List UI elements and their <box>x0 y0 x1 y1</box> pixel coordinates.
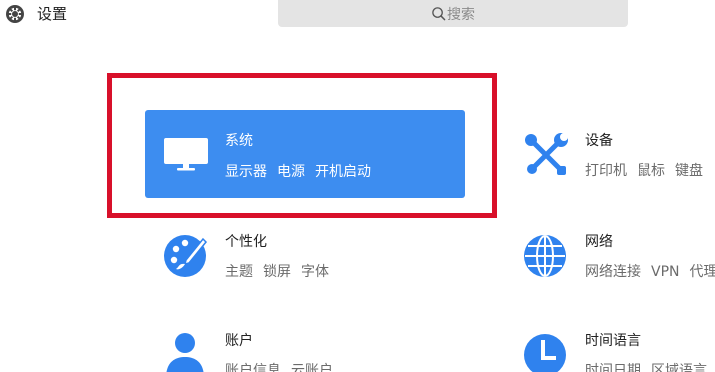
category-network-title: 网络 <box>585 234 613 250</box>
link-account-info[interactable]: 账户信息 <box>225 363 281 372</box>
category-network-items: 网络连接 VPN 代理 <box>585 263 715 281</box>
category-system[interactable]: 系统 显示器 电源 开机启动 <box>145 110 465 198</box>
category-time-language-title: 时间语言 <box>585 333 641 349</box>
link-display[interactable]: 显示器 <box>225 164 267 180</box>
category-accounts[interactable]: 账户 账户信息 云账户 <box>163 332 463 372</box>
tools-icon <box>525 133 568 175</box>
palette-icon <box>164 235 208 277</box>
search-placeholder: 搜索 <box>447 6 475 23</box>
user-icon <box>166 333 204 372</box>
settings-window: 设置 搜索 系统 显示器 电源 开机启动 设备 打印机 鼠标 键盘 个性化 主题… <box>0 0 715 372</box>
category-system-title: 系统 <box>225 133 253 149</box>
category-personalization-title: 个性化 <box>225 234 267 250</box>
search-input[interactable]: 搜索 <box>278 0 628 27</box>
window-title: 设置 <box>37 5 68 23</box>
link-startup[interactable]: 开机启动 <box>315 164 371 180</box>
link-power[interactable]: 电源 <box>277 164 305 180</box>
category-devices-title: 设备 <box>585 133 613 149</box>
clock-icon <box>524 334 566 372</box>
link-lockscreen[interactable]: 锁屏 <box>263 264 291 280</box>
category-accounts-title: 账户 <box>225 333 253 349</box>
category-time-language[interactable]: 时间语言 时间日期 区域语言 <box>523 332 715 372</box>
link-proxy[interactable]: 代理 <box>690 264 715 280</box>
link-theme[interactable]: 主题 <box>225 264 253 280</box>
settings-gear-icon <box>6 5 24 23</box>
monitor-icon <box>164 138 208 171</box>
category-time-language-items: 时间日期 区域语言 <box>585 362 715 372</box>
link-region-language[interactable]: 区域语言 <box>651 363 707 372</box>
link-keyboard[interactable]: 键盘 <box>675 163 703 179</box>
globe-icon <box>524 235 566 277</box>
link-cloud-account[interactable]: 云账户 <box>291 363 333 372</box>
category-system-items: 显示器 电源 开机启动 <box>225 163 381 181</box>
category-devices-items: 打印机 鼠标 键盘 <box>585 162 713 180</box>
category-accounts-items: 账户信息 云账户 <box>225 362 343 372</box>
link-fonts[interactable]: 字体 <box>301 264 329 280</box>
category-personalization[interactable]: 个性化 主题 锁屏 字体 <box>163 233 463 283</box>
search-icon <box>432 7 446 21</box>
link-vpn[interactable]: VPN <box>651 264 680 280</box>
category-network[interactable]: 网络 网络连接 VPN 代理 <box>523 233 715 283</box>
link-printer[interactable]: 打印机 <box>585 163 627 179</box>
link-network-connection[interactable]: 网络连接 <box>585 264 641 280</box>
category-devices[interactable]: 设备 打印机 鼠标 键盘 <box>523 132 715 182</box>
link-date-time[interactable]: 时间日期 <box>585 363 641 372</box>
category-personalization-items: 主题 锁屏 字体 <box>225 263 339 281</box>
link-mouse[interactable]: 鼠标 <box>637 163 665 179</box>
